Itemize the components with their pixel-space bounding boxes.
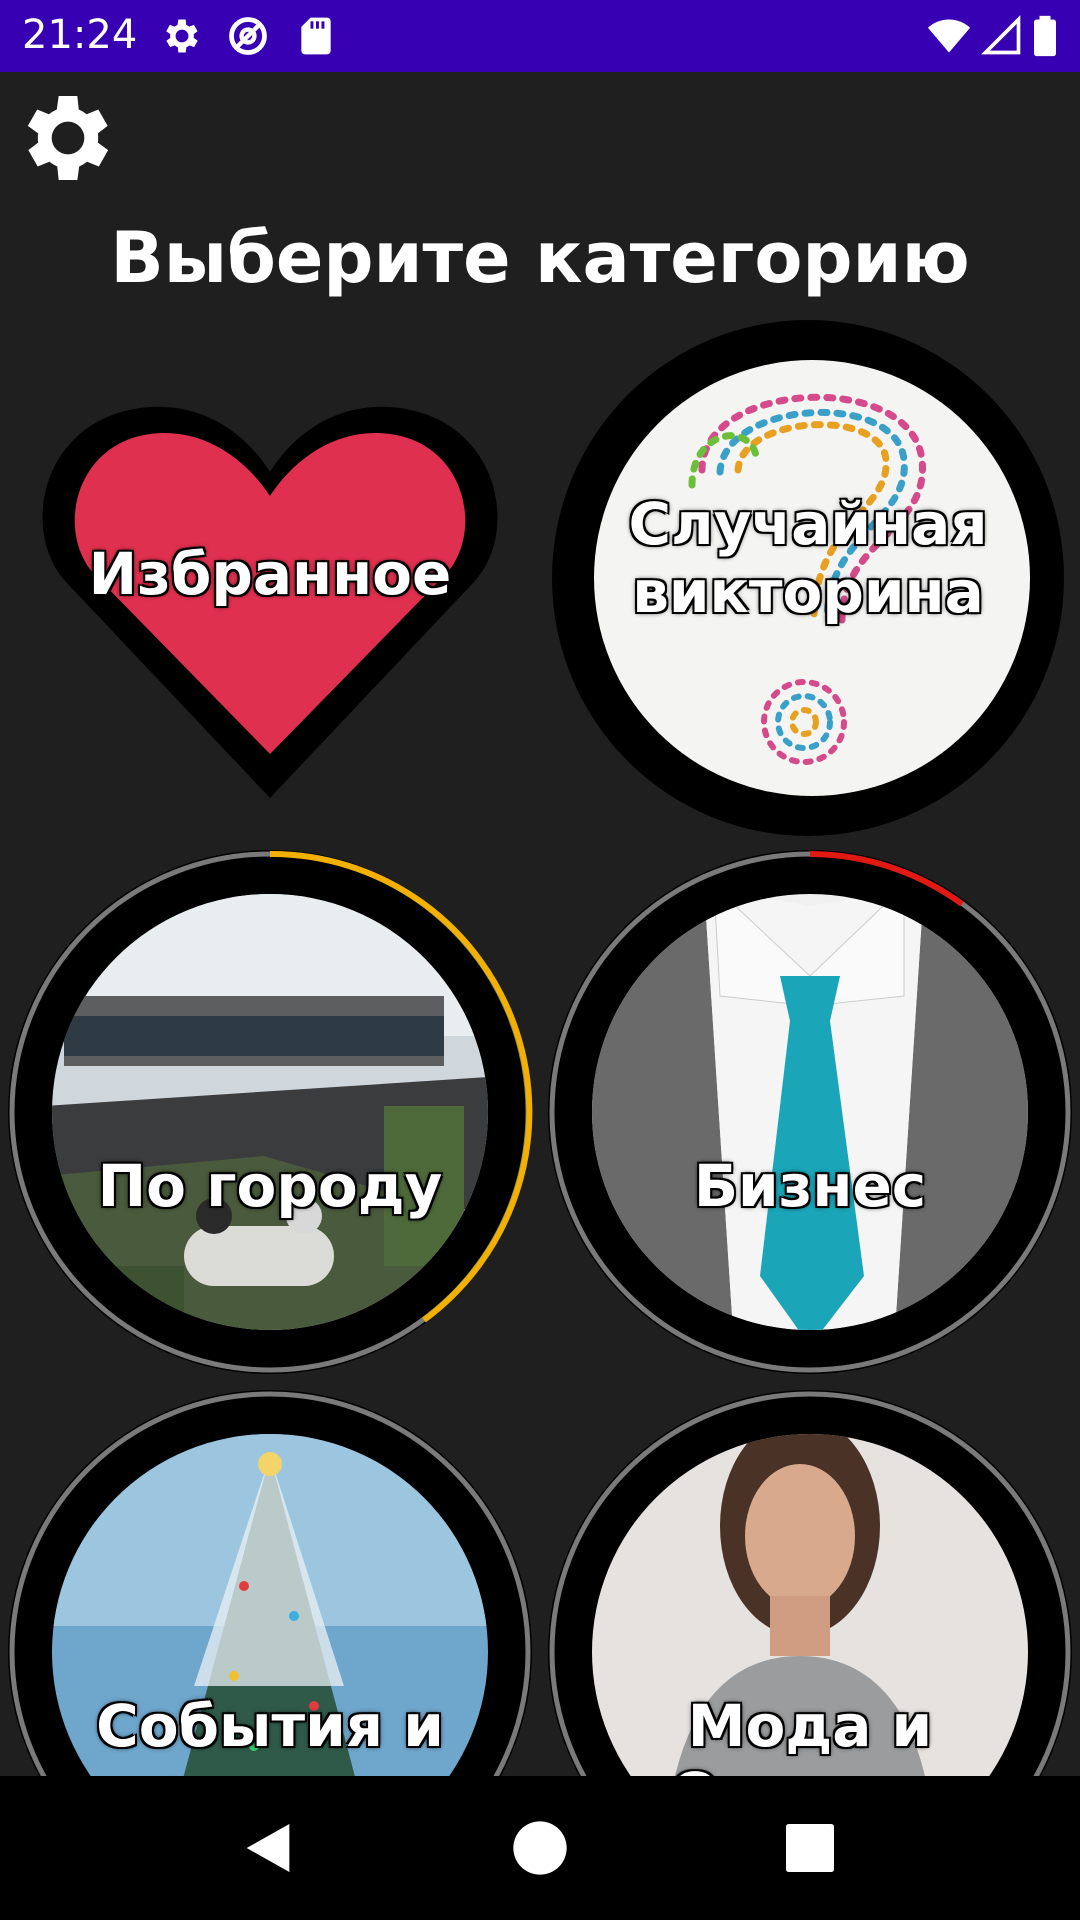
category-random-quiz[interactable]: Случайная викторина — [552, 320, 1064, 836]
category-label: События и случаи — [96, 1692, 444, 1776]
sd-card-icon — [301, 17, 331, 55]
battery-icon — [1034, 15, 1056, 57]
back-triangle-icon[interactable] — [236, 1816, 300, 1880]
category-city[interactable]: По городу — [4, 846, 536, 1378]
category-label-line2: викторина — [632, 558, 984, 626]
category-label: По городу — [97, 1152, 443, 1220]
category-label: Мода и Одежда — [670, 1692, 949, 1776]
category-label: Бизнес — [693, 1152, 927, 1220]
category-business[interactable]: Бизнес — [544, 846, 1076, 1378]
signal-icon — [981, 15, 1021, 55]
status-time: 21:24 — [22, 12, 138, 58]
recents-square-icon[interactable] — [778, 1816, 842, 1880]
home-circle-icon[interactable] — [508, 1816, 572, 1880]
category-fashion[interactable]: Мода и Одежда — [544, 1386, 1076, 1776]
app-content: Выберите категорию Избранное Случайная в… — [0, 72, 1080, 1776]
category-label-line1: Случайная — [628, 490, 988, 558]
gear-icon — [166, 19, 198, 53]
category-favorites[interactable]: Избранное — [30, 362, 510, 802]
navigation-bar — [0, 1776, 1080, 1920]
settings-gear-icon[interactable] — [12, 82, 124, 194]
category-label: Избранное — [88, 540, 452, 608]
page-title: Выберите категорию — [110, 217, 970, 299]
city-image — [8, 850, 533, 1374]
category-events[interactable]: События и случаи — [4, 1386, 536, 1776]
at-sign-icon — [229, 17, 267, 55]
status-bar: 21:24 — [0, 0, 1080, 72]
wifi-icon — [927, 19, 971, 53]
tie-image — [548, 850, 1072, 1374]
